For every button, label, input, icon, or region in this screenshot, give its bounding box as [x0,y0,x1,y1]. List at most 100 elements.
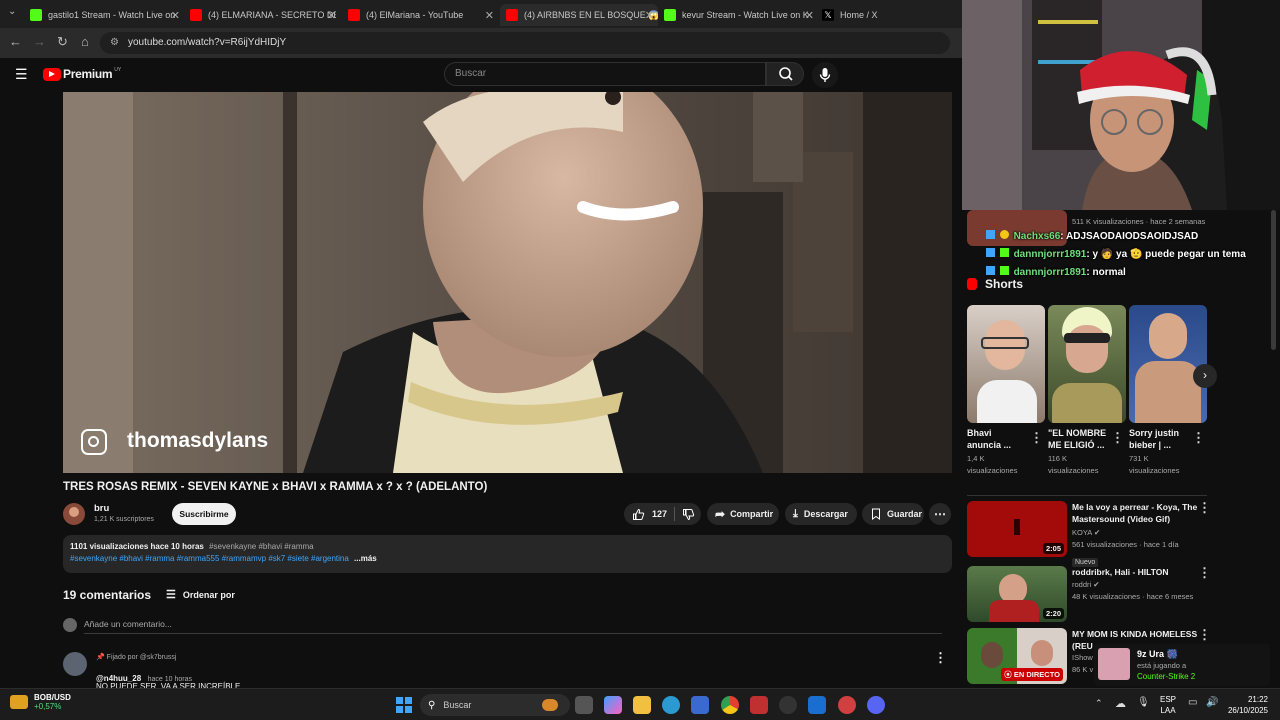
video-menu-icon[interactable]: ⋮ [1198,627,1211,643]
short-menu-icon[interactable]: ⋮ [1030,430,1043,446]
outlook-icon[interactable] [808,696,826,714]
video-thumbnail[interactable]: 2:05 [967,501,1067,557]
like-count: 127 [652,509,668,519]
share-button[interactable]: ➦ Compartir [707,503,779,525]
hashtag-links[interactable]: #sevenkayne #bhavi #ramma #ramma555 #ram… [70,554,349,563]
video-menu-icon[interactable]: ⋮ [1198,500,1211,516]
video-duration: 2:20 [1042,608,1064,619]
channel-name[interactable]: bru [94,503,109,514]
video-thumbnail[interactable]: ⦿ EN DIRECTO [967,628,1067,684]
close-tab-icon[interactable]: ✕ [645,9,654,22]
subscriber-count: 1,21 K suscriptores [94,516,154,523]
youtube-header: ☰ Premium UY Buscar [0,58,962,92]
chat-badge-icon [999,266,1009,275]
share-icon: ➦ [715,507,726,521]
close-tab-icon[interactable]: ✕ [805,9,814,22]
more-actions-button[interactable]: ⋯ [929,503,951,525]
onedrive-icon[interactable]: ☁ [1115,697,1126,710]
youtube-logo[interactable]: Premium UY [43,67,121,81]
copilot-icon[interactable] [604,696,622,714]
task-view-icon[interactable] [575,696,593,714]
search-button[interactable] [766,62,804,86]
notification-name: 9z Ura 🎆 [1137,649,1178,659]
url-text: youtube.com/watch?v=R6ijYdHIDjY [128,37,287,48]
edge-icon[interactable] [662,696,680,714]
close-tab-icon[interactable]: ✕ [327,9,336,22]
video-thumbnail[interactable]: 2:20 [967,566,1067,622]
language-indicator[interactable]: ESP LAA [1160,694,1176,716]
page-scrollbar[interactable] [1271,210,1276,350]
video-menu-icon[interactable]: ⋮ [1198,565,1211,581]
close-tab-icon[interactable]: ✕ [485,9,494,22]
notification-game: Counter-Strike 2 [1137,672,1196,681]
app-icon[interactable] [838,696,856,714]
sidebar-divider [967,495,1207,496]
app-icon[interactable] [750,696,768,714]
description-line-2: #sevenkayne #bhavi #ramma #ramma555 #ram… [70,554,377,563]
comment-avatar[interactable] [63,652,87,676]
close-tab-icon[interactable]: ✕ [171,9,180,22]
tab-list-chevron-icon[interactable]: ⌄ [8,6,16,17]
short-menu-icon[interactable]: ⋮ [1192,430,1205,446]
download-button[interactable]: ⤓ Descargar [785,503,857,525]
forward-icon[interactable]: → [33,34,46,49]
short-thumbnail[interactable] [1048,305,1126,423]
browser-tab[interactable]: (4) ELMARIANA - SECRETO DE ✕ [190,4,336,26]
short-menu-icon[interactable]: ⋮ [1111,430,1124,446]
logo-text: Premium [63,67,113,81]
comment-menu-icon[interactable]: ⋮ [934,650,947,666]
site-info-icon[interactable]: ⚙ [110,32,119,54]
channel-avatar[interactable] [63,503,85,525]
browser-toolbar: ← → ↻ ⌂ ⚙ youtube.com/watch?v=R6ijYdHIDj… [0,28,962,58]
volume-icon[interactable]: 🔊 [1206,697,1218,708]
voice-search-button[interactable] [812,62,838,88]
verified-icon: ✔ [1093,528,1101,537]
browser-tab[interactable]: (4) ElMariana - YouTube ✕ [348,4,494,26]
address-bar[interactable]: ⚙ youtube.com/watch?v=R6ijYdHIDjY [100,32,950,54]
menu-icon[interactable]: ☰ [15,66,28,83]
description-tags[interactable]: #sevenkayne #bhavi #ramma [209,542,314,551]
browser-tab[interactable]: gastilo1 Stream - Watch Live on ✕ [30,4,180,26]
chat-badge-icon [986,248,995,257]
discord-icon[interactable] [867,696,885,714]
video-description[interactable]: 1101 visualizaciones hace 10 horas #seve… [63,535,952,573]
thumbs-down-icon[interactable] [682,508,695,521]
short-thumbnail[interactable] [1129,305,1207,423]
chat-badge-icon [999,248,1009,257]
obs-icon[interactable] [779,696,797,714]
subscribe-button[interactable]: Suscribirme [172,503,236,525]
show-more-link[interactable]: ...más [354,554,377,563]
taskbar-search[interactable]: ⚲ Buscar [420,694,570,716]
windows-taskbar: BOB/USD +0,57% ⚲ Buscar ⌃ ☁ 🎙 ESP LAA ▭ … [0,688,1280,720]
video-player[interactable]: thomasdylans [63,92,952,473]
chat-badge-icon [999,230,1009,239]
save-button[interactable]: Guardar [862,503,924,525]
show-hidden-icons[interactable]: ⌃ [1095,698,1103,709]
chat-text: : y 🧑 ya 🫡 puede pegar un tema [1086,249,1246,260]
video-info: roddribrk, Hali - HILTON roddri ✔ 48 K v… [1072,567,1194,601]
home-icon[interactable]: ⌂ [81,34,89,49]
back-icon[interactable]: ← [9,34,22,49]
search-input[interactable]: Buscar [444,62,766,86]
notification-avatar [1098,648,1130,680]
browser-tab-active[interactable]: (4) AIRBNBS EN EL BOSQUE 😱 ✕ [500,4,658,26]
webcam-frame [962,0,1280,210]
weather-ticker-widget[interactable]: BOB/USD +0,57% [10,693,71,711]
chrome-icon[interactable] [721,696,739,714]
browser-tab[interactable]: 𝕏 Home / X [822,4,960,26]
clock[interactable]: 21:22 26/10/2025 [1222,694,1268,716]
sort-icon: ☰ [166,589,176,601]
browser-tab[interactable]: kevur Stream - Watch Live on K ✕ [664,4,814,26]
microphone-icon[interactable]: 🎙 [1137,697,1150,708]
reload-icon[interactable]: ↻ [57,34,68,50]
shorts-next-button[interactable]: › [1193,364,1217,388]
x-logo-icon: 𝕏 [822,9,834,21]
file-explorer-icon[interactable] [633,696,651,714]
store-icon[interactable] [691,696,709,714]
short-thumbnail[interactable] [967,305,1045,423]
network-icon[interactable]: ▭ [1188,697,1197,708]
add-comment-input[interactable]: Añade un comentario... [84,619,942,634]
like-button[interactable]: 127 [624,508,667,521]
start-button[interactable] [396,697,412,713]
sort-comments-button[interactable]: ☰ Ordenar por [166,588,235,601]
